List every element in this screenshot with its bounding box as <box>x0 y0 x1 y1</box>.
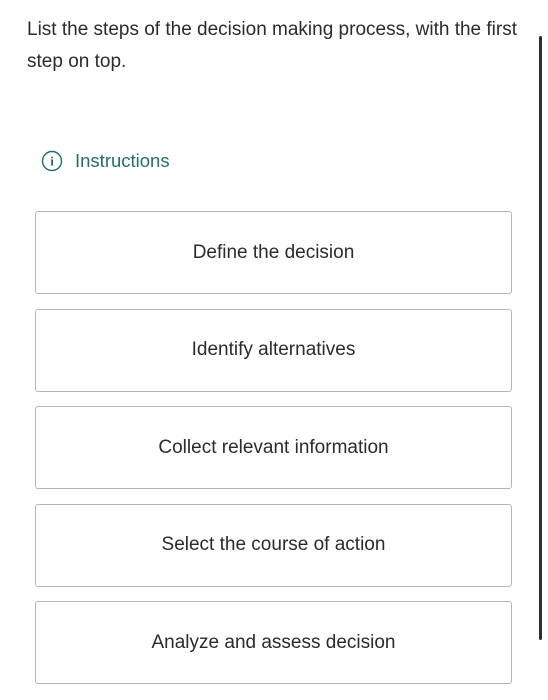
ordering-item-analyze-assess[interactable]: Analyze and assess decision <box>35 601 512 684</box>
question-text: List the steps of the decision making pr… <box>27 19 518 72</box>
scrollbar[interactable] <box>539 36 542 640</box>
svg-text:i: i <box>50 154 54 169</box>
ordering-item-collect-information[interactable]: Collect relevant information <box>35 406 512 489</box>
ordering-item-label: Analyze and assess decision <box>151 631 396 653</box>
ordering-item-define-decision[interactable]: Define the decision <box>35 211 512 294</box>
ordering-item-identify-alternatives[interactable]: Identify alternatives <box>35 308 512 392</box>
ordering-item-label: Collect relevant information <box>158 436 389 458</box>
info-icon: i <box>41 150 63 172</box>
instructions-label: Instructions <box>75 150 170 171</box>
ordering-item-label: Select the course of action <box>161 534 386 555</box>
ordering-item-select-course[interactable]: Select the course of action <box>35 503 512 587</box>
ordering-list: Define the decision Identify alternative… <box>35 211 512 699</box>
ordering-item-label: Identify alternatives <box>191 339 356 360</box>
ordering-item-label: Define the decision <box>192 241 355 263</box>
instructions-toggle[interactable]: i Instructions <box>41 147 170 175</box>
